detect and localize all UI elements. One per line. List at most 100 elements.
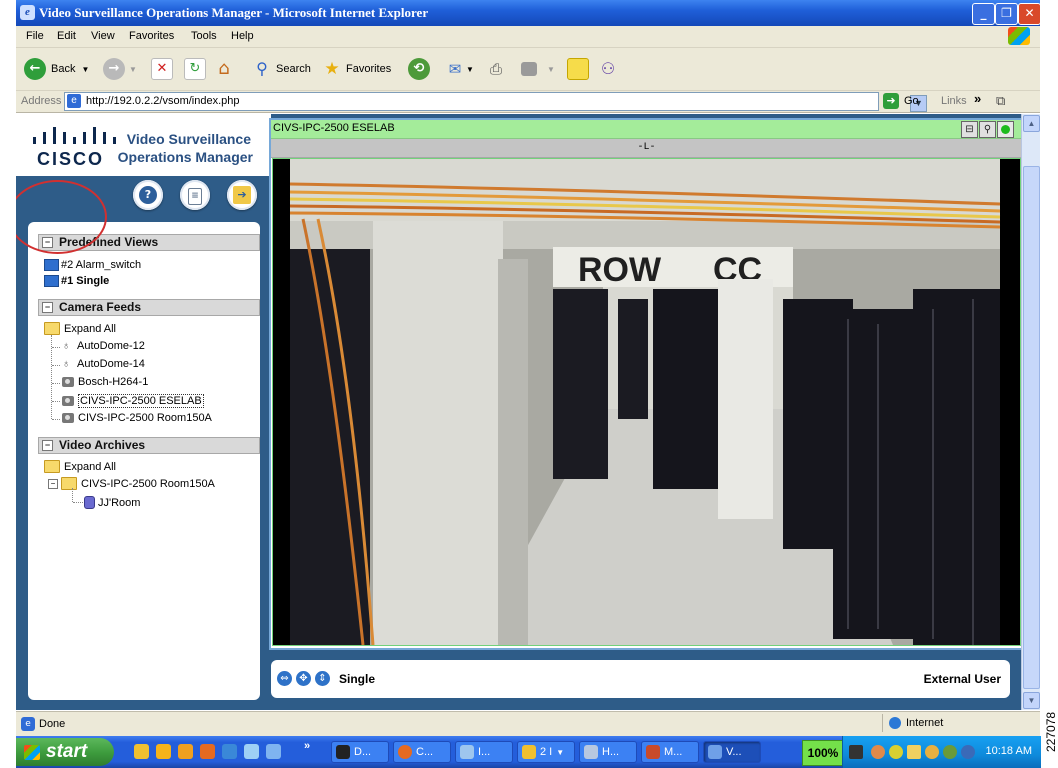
tray-icon[interactable] xyxy=(871,745,885,759)
forward-button[interactable]: → ▼ xyxy=(103,56,137,82)
camera-item[interactable]: ♁ AutoDome-12 xyxy=(62,340,145,352)
horizontal-arrows-icon[interactable]: ⇔ xyxy=(277,671,292,686)
notes-button[interactable]: ≡ xyxy=(180,180,210,210)
taskbar-item[interactable]: H... xyxy=(579,741,637,763)
back-button[interactable]: ← Back ▼ xyxy=(24,56,89,82)
collapse-icon[interactable]: − xyxy=(48,478,58,489)
expand-all-label: Expand All xyxy=(64,322,116,335)
camera-item-selected[interactable]: CIVS-IPC-2500 ESELAB xyxy=(62,394,204,408)
quicklaunch-icon[interactable] xyxy=(134,744,149,759)
logout-button[interactable]: ➔ xyxy=(227,180,257,210)
cisco-wordmark: cisco xyxy=(37,149,105,169)
print-icon: ⎙ xyxy=(489,60,502,78)
taskbar-item-active[interactable]: V... xyxy=(703,741,761,763)
minimize-button[interactable]: _ xyxy=(972,3,995,25)
windows-logo-icon xyxy=(1008,27,1030,45)
camera-item[interactable]: Bosch-H264-1 xyxy=(62,376,148,388)
camera-item[interactable]: CIVS-IPC-2500 Room150A xyxy=(62,412,212,424)
quicklaunch-icon[interactable] xyxy=(222,744,237,759)
refresh-button[interactable]: ↻ xyxy=(184,56,206,82)
favorites-button[interactable]: ★ Favorites xyxy=(322,56,391,82)
logo-area: cisco Video Surveillance Operations Mana… xyxy=(16,114,271,176)
zoom-icon[interactable]: ⚲ xyxy=(979,121,996,138)
move-arrows-icon[interactable]: ✥ xyxy=(296,671,311,686)
extra-icon[interactable]: ⧉ xyxy=(996,93,1005,109)
close-button[interactable]: ✕ xyxy=(1018,3,1041,25)
quicklaunch-icon[interactable] xyxy=(200,744,215,759)
ptz-icon[interactable]: ⊟ xyxy=(961,121,978,138)
menu-view[interactable]: View xyxy=(91,30,115,42)
window-title: Video Surveillance Operations Manager - … xyxy=(39,5,429,20)
maximize-button[interactable]: ❐ xyxy=(995,3,1018,25)
messenger-button[interactable]: ⚇ xyxy=(598,56,618,82)
view-label: #2 Alarm_switch xyxy=(61,259,142,271)
search-label: Search xyxy=(276,63,311,75)
quicklaunch-icon[interactable] xyxy=(178,744,193,759)
view-item[interactable]: #1 Single xyxy=(44,275,109,287)
vertical-arrows-icon[interactable]: ⇕ xyxy=(315,671,330,686)
history-button[interactable]: ⟲ xyxy=(408,56,430,82)
zoom-level[interactable]: 100% xyxy=(802,740,844,766)
address-input[interactable]: e http://192.0.2.2/vsom/index.php ▼ xyxy=(64,92,927,112)
window-title-bar[interactable]: e Video Surveillance Operations Manager … xyxy=(16,0,1041,26)
vertical-scrollbar[interactable]: ▲ ▼ xyxy=(1021,114,1040,710)
dome-camera-icon: ♁ xyxy=(62,340,71,352)
camera-item[interactable]: ♁ AutoDome-14 xyxy=(62,358,145,370)
taskbar-item[interactable]: C... xyxy=(393,741,451,763)
home-button[interactable]: ⌂ xyxy=(214,56,234,82)
mail-icon[interactable] xyxy=(907,745,921,759)
taskbar-item[interactable]: 2 I ▼ xyxy=(517,741,575,763)
links-label[interactable]: Links xyxy=(941,95,967,107)
view-item[interactable]: #2 Alarm_switch xyxy=(44,259,141,271)
menu-file[interactable]: File xyxy=(26,30,44,42)
folder-icon xyxy=(44,460,60,473)
expand-all-archives[interactable]: Expand All xyxy=(44,460,116,473)
page-icon: e xyxy=(21,717,35,731)
scroll-up-button[interactable]: ▲ xyxy=(1023,115,1040,132)
tray-icon[interactable] xyxy=(943,745,957,759)
network-icon[interactable] xyxy=(849,745,863,759)
stop-button[interactable]: ✕ xyxy=(151,56,173,82)
quicklaunch-icon[interactable] xyxy=(244,744,259,759)
chevron-right-icon[interactable]: » xyxy=(304,740,310,752)
scroll-down-button[interactable]: ▼ xyxy=(1023,692,1040,709)
print-button[interactable]: ⎙ xyxy=(486,56,506,82)
status-light-icon[interactable] xyxy=(997,121,1014,138)
tree-line xyxy=(72,488,73,502)
tray-icon[interactable] xyxy=(925,745,939,759)
camera-name: CIVS-IPC-2500 ESELAB xyxy=(273,122,395,134)
expand-all-cameras[interactable]: Expand All xyxy=(44,322,116,335)
collapse-icon[interactable]: − xyxy=(42,440,53,451)
phone-icon[interactable] xyxy=(961,745,975,759)
taskbar-item[interactable]: M... xyxy=(641,741,699,763)
archive-item[interactable]: JJ'Room xyxy=(84,496,140,509)
quicklaunch-icon[interactable] xyxy=(266,744,281,759)
quicklaunch-icon[interactable] xyxy=(156,744,171,759)
document-icon: ≡ xyxy=(188,188,202,205)
window-icon xyxy=(584,745,598,759)
video-feed[interactable]: ROW CC xyxy=(272,158,1021,646)
section-camera-feeds[interactable]: − Camera Feeds xyxy=(38,299,260,316)
mail-button[interactable]: ✉ ▼ xyxy=(445,56,474,82)
scroll-thumb[interactable] xyxy=(1023,166,1040,689)
layout-navigation: ⇔ ✥ ⇕ xyxy=(277,671,330,686)
tray-icon[interactable] xyxy=(889,745,903,759)
go-button[interactable]: ➜ Go xyxy=(883,93,919,109)
media-icon xyxy=(646,745,660,759)
collapse-icon[interactable]: − xyxy=(42,302,53,313)
menu-tools[interactable]: Tools xyxy=(191,30,217,42)
taskbar-item[interactable]: I... xyxy=(455,741,513,763)
help-button[interactable]: ? xyxy=(133,180,163,210)
cisco-logo-bars xyxy=(33,127,116,144)
menu-favorites[interactable]: Favorites xyxy=(129,30,174,42)
menu-help[interactable]: Help xyxy=(231,30,254,42)
edit-button[interactable]: ▼ xyxy=(521,56,555,82)
start-button[interactable]: start xyxy=(16,738,114,766)
menu-edit[interactable]: Edit xyxy=(57,30,76,42)
discuss-button[interactable] xyxy=(567,56,589,82)
chevron-right-icon[interactable]: » xyxy=(974,91,981,106)
search-button[interactable]: ⚲ Search xyxy=(252,56,311,82)
taskbar-item[interactable]: D... xyxy=(331,741,389,763)
archive-item[interactable]: − CIVS-IPC-2500 Room150A xyxy=(48,477,215,490)
section-video-archives[interactable]: − Video Archives xyxy=(38,437,260,454)
